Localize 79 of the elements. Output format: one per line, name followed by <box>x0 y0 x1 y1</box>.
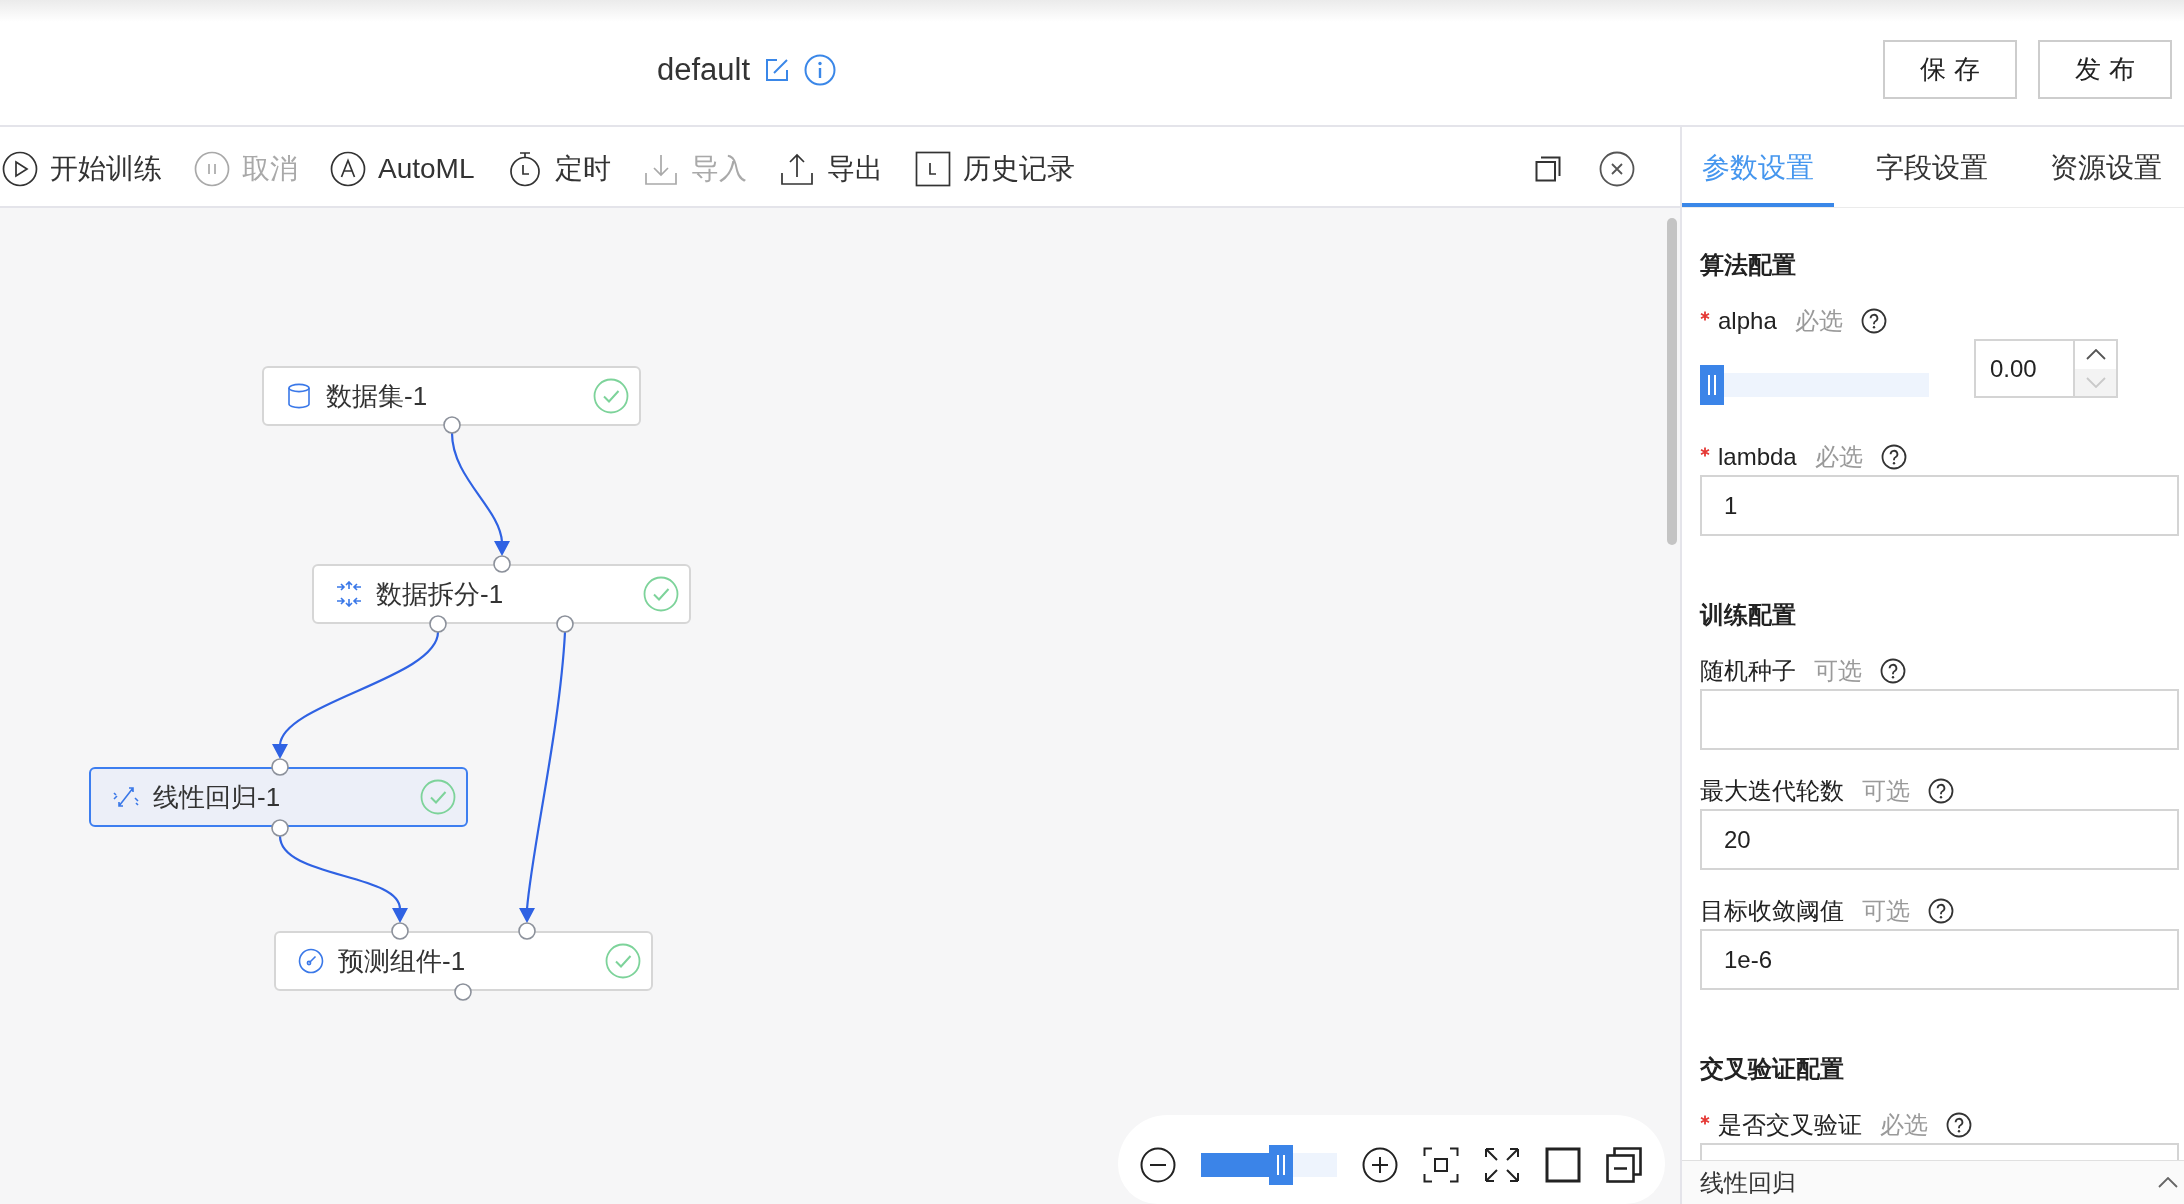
requirement-hint: 必选 <box>1880 1110 1928 1140</box>
toolbar-button[interactable]: AutoML <box>330 150 475 187</box>
chevron-up-icon[interactable] <box>2158 1177 2178 1188</box>
slider-handle[interactable] <box>1700 365 1724 405</box>
chevron-down-icon <box>2085 376 2106 388</box>
requirement-hint: 必选 <box>1794 306 1843 336</box>
window-minus-icon[interactable] <box>1606 1147 1642 1183</box>
diagonal-arrow-icon <box>113 784 139 810</box>
publish-button[interactable]: 发 布 <box>2038 40 2172 99</box>
connection-port[interactable] <box>518 922 536 940</box>
zoom-in-icon[interactable] <box>1362 1147 1398 1183</box>
field-label: 随机种子 <box>1700 656 1796 686</box>
text-input[interactable]: 20 <box>1700 809 2179 870</box>
requirement-hint: 可选 <box>1814 656 1862 686</box>
toolbar-button[interactable]: 开始训练 <box>2 149 162 188</box>
collapsed-panel-bar[interactable]: 线性回归 <box>1682 1160 2184 1204</box>
connection-port[interactable] <box>443 416 461 434</box>
connection-port[interactable] <box>556 615 574 633</box>
a-circle-icon <box>330 150 366 187</box>
toolbar-button[interactable]: 历史记录 <box>914 149 1075 188</box>
toolbar-button[interactable]: 导出 <box>778 149 883 188</box>
expand-icon[interactable] <box>1484 1147 1520 1183</box>
node-label: 预测组件-1 <box>338 944 467 978</box>
workflow-node[interactable]: 线性回归-1 <box>89 767 468 827</box>
node-label: 数据拆分-1 <box>376 577 505 611</box>
square-clock-icon <box>914 150 951 187</box>
workflow-node[interactable]: 预测组件-1 <box>274 931 653 991</box>
requirement-hint: 必选 <box>1814 442 1863 472</box>
field-label: 最大迭代轮数 <box>1700 776 1844 806</box>
connection-port[interactable] <box>391 922 409 940</box>
gauge-icon <box>298 948 324 974</box>
help-icon[interactable] <box>1860 308 1887 334</box>
save-button[interactable]: 保 存 <box>1883 40 2017 99</box>
section-title: 交叉验证配置 <box>1700 1054 1845 1084</box>
connection-port[interactable] <box>454 983 472 1001</box>
field-label: lambda <box>1718 443 1797 471</box>
help-icon[interactable] <box>1880 444 1907 470</box>
section-title: 训练配置 <box>1700 600 1797 630</box>
close-icon[interactable] <box>1599 150 1635 187</box>
connection-port[interactable] <box>271 819 289 837</box>
requirement-hint: 可选 <box>1862 896 1910 926</box>
field-label: alpha <box>1718 307 1777 335</box>
tab[interactable]: 资源设置 <box>2030 127 2182 207</box>
scrollbar-thumb[interactable] <box>1667 218 1677 545</box>
copy-icon[interactable] <box>1535 155 1561 182</box>
node-label: 数据集-1 <box>326 379 429 413</box>
zoom-out-icon[interactable] <box>1140 1147 1176 1183</box>
field-label: 是否交叉验证 <box>1718 1110 1862 1140</box>
scatter-arrows-icon <box>336 581 362 607</box>
edit-icon[interactable] <box>764 56 791 83</box>
play-circle-icon <box>2 150 38 187</box>
text-input[interactable]: 1e-6 <box>1700 929 2179 990</box>
document-title: default <box>657 51 751 88</box>
field-label: 目标收敛阈值 <box>1700 896 1844 926</box>
tab[interactable]: 字段设置 <box>1856 127 2008 207</box>
help-icon[interactable] <box>1880 658 1906 684</box>
section-title: 算法配置 <box>1700 250 1797 280</box>
slider-handle[interactable] <box>1269 1145 1293 1185</box>
toolbar-button[interactable]: 定时 <box>506 149 611 188</box>
workflow-node[interactable]: 数据拆分-1 <box>312 564 691 624</box>
database-icon <box>286 383 312 409</box>
connection-port[interactable] <box>493 555 511 573</box>
square-icon[interactable] <box>1545 1147 1581 1183</box>
connection-port[interactable] <box>271 758 289 776</box>
panel-bar-title: 线性回归 <box>1700 1167 1796 1198</box>
help-icon[interactable] <box>1928 898 1954 924</box>
pause-circle-icon <box>194 150 230 187</box>
number-input[interactable]: 0.00 <box>1974 339 2118 398</box>
help-icon[interactable] <box>1946 1112 1972 1138</box>
help-icon[interactable] <box>1928 778 1954 804</box>
requirement-hint: 可选 <box>1862 776 1910 806</box>
fit-view-icon[interactable] <box>1423 1147 1459 1183</box>
info-icon[interactable] <box>804 53 837 86</box>
workflow-node[interactable]: 数据集-1 <box>262 366 641 426</box>
chevron-up-icon <box>2085 349 2106 361</box>
node-label: 线性回归-1 <box>153 780 282 814</box>
text-input[interactable]: 1 <box>1700 475 2179 536</box>
text-input[interactable] <box>1700 689 2179 750</box>
connection-port[interactable] <box>429 615 447 633</box>
